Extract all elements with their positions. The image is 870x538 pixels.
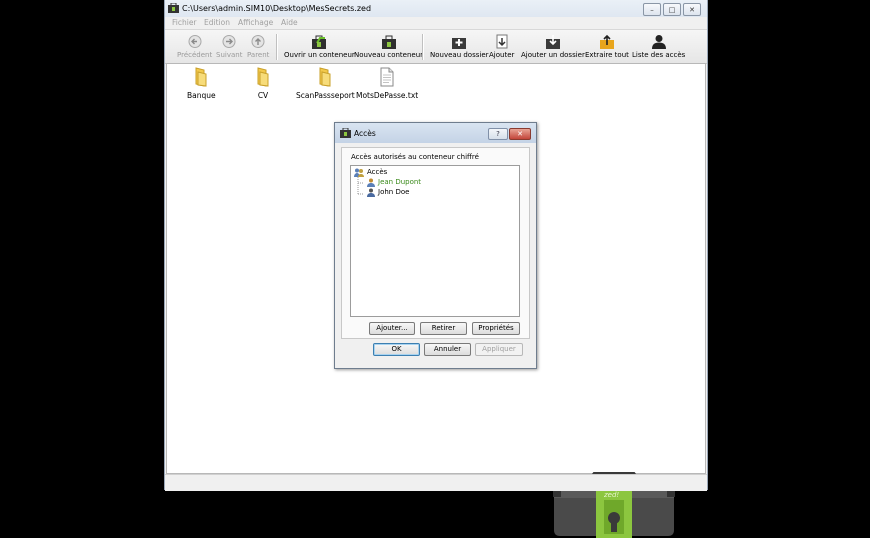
- parent-button[interactable]: Parent: [247, 34, 269, 59]
- access-list-button[interactable]: Liste des accès: [632, 34, 685, 59]
- menu-affichage[interactable]: Affichage: [238, 18, 273, 27]
- open-container-icon: [312, 35, 327, 49]
- file-name: ScanPassseport: [296, 91, 355, 100]
- dialog-title: Accès: [354, 129, 376, 138]
- toolbar-separator: [276, 34, 278, 60]
- back-label: Précédent: [177, 51, 213, 59]
- file-name: Banque: [187, 91, 216, 100]
- file-item-scanpasseport[interactable]: ScanPassseport: [296, 67, 355, 100]
- folder-icon: [319, 67, 331, 87]
- file-item-cv[interactable]: CV: [256, 67, 270, 100]
- cancel-button[interactable]: Annuler: [424, 343, 471, 356]
- access-tree[interactable]: Accès Jean Dupont John Doe: [350, 165, 520, 317]
- status-bar: [165, 474, 707, 491]
- folder-icon: [257, 67, 269, 87]
- close-button[interactable]: ✕: [683, 3, 701, 16]
- text-file-icon: [380, 67, 394, 87]
- apply-button[interactable]: Appliquer: [475, 343, 523, 356]
- add-folder-label: Ajouter un dossier: [521, 51, 585, 59]
- user-icon: [651, 35, 666, 49]
- new-container-button[interactable]: Nouveau conteneur: [354, 34, 423, 59]
- folder-icon: [195, 67, 207, 87]
- title-bar[interactable]: C:\Users\admin.SIM10\Desktop\MesSecrets.…: [165, 0, 707, 17]
- add-button[interactable]: Ajouter: [489, 34, 514, 59]
- window-title: C:\Users\admin.SIM10\Desktop\MesSecrets.…: [182, 4, 372, 13]
- back-arrow-icon: [188, 35, 202, 48]
- app-icon: [340, 128, 351, 138]
- new-folder-button[interactable]: Nouveau dossier: [430, 34, 489, 59]
- parent-label: Parent: [247, 51, 270, 59]
- forward-label: Suivant: [216, 51, 243, 59]
- tree-lines: [357, 177, 364, 195]
- open-container-label: Ouvrir un conteneur: [284, 51, 355, 59]
- properties-button[interactable]: Propriétés: [472, 322, 520, 335]
- add-access-button[interactable]: Ajouter...: [369, 322, 415, 335]
- users-group-icon: [354, 168, 364, 177]
- toolbar: Précédent Suivant Parent Ouvrir un conte…: [165, 29, 707, 64]
- up-arrow-icon: [251, 35, 265, 48]
- tree-user-item[interactable]: John Doe: [378, 188, 409, 196]
- ok-button[interactable]: OK: [373, 343, 420, 356]
- menu-bar: Fichier Edition Affichage Aide: [165, 17, 707, 29]
- remove-access-button[interactable]: Retirer: [420, 322, 467, 335]
- new-folder-icon: [452, 38, 467, 49]
- extract-icon: [599, 34, 614, 49]
- file-name: CV: [257, 91, 269, 100]
- forward-arrow-icon: [222, 35, 236, 48]
- svg-text:zed!: zed!: [603, 491, 619, 499]
- file-item-banque[interactable]: Banque: [187, 67, 216, 100]
- maximize-button[interactable]: □: [663, 3, 681, 16]
- user-icon: [367, 188, 375, 197]
- file-item-motsdepasse[interactable]: MotsDePasse.txt: [356, 67, 418, 100]
- extract-all-button[interactable]: Extraire tout: [585, 34, 629, 59]
- dialog-title-bar[interactable]: Accès ? ✕: [335, 123, 536, 143]
- add-file-icon: [496, 34, 508, 49]
- add-folder-button[interactable]: Ajouter un dossier: [521, 34, 585, 59]
- new-container-label: Nouveau conteneur: [354, 51, 424, 59]
- access-list-label: Liste des accès: [632, 51, 686, 59]
- new-folder-label: Nouveau dossier: [430, 51, 489, 59]
- toolbar-separator: [422, 34, 424, 60]
- add-label: Ajouter: [489, 51, 515, 59]
- help-button[interactable]: ?: [488, 128, 508, 140]
- tree-user-item[interactable]: Jean Dupont: [378, 178, 421, 186]
- back-button[interactable]: Précédent: [177, 34, 212, 59]
- menu-edition[interactable]: Edition: [204, 18, 230, 27]
- dialog-close-button[interactable]: ✕: [509, 128, 531, 140]
- add-folder-icon: [545, 35, 560, 49]
- dialog-panel: Accès autorisés au conteneur chiffré Acc…: [341, 147, 530, 339]
- user-icon: [367, 178, 375, 187]
- menu-aide[interactable]: Aide: [281, 18, 298, 27]
- forward-button[interactable]: Suivant: [216, 34, 242, 59]
- new-container-icon: [381, 35, 396, 49]
- minimize-button[interactable]: –: [643, 3, 661, 16]
- app-icon: [168, 3, 179, 13]
- access-dialog: Accès ? ✕ Accès autorisés au conteneur c…: [334, 122, 537, 369]
- menu-fichier[interactable]: Fichier: [172, 18, 197, 27]
- open-container-button[interactable]: Ouvrir un conteneur: [284, 34, 355, 59]
- file-name: MotsDePasse.txt: [356, 91, 419, 100]
- access-group-label: Accès autorisés au conteneur chiffré: [351, 153, 479, 161]
- extract-all-label: Extraire tout: [585, 51, 629, 59]
- tree-root-label[interactable]: Accès: [367, 168, 387, 176]
